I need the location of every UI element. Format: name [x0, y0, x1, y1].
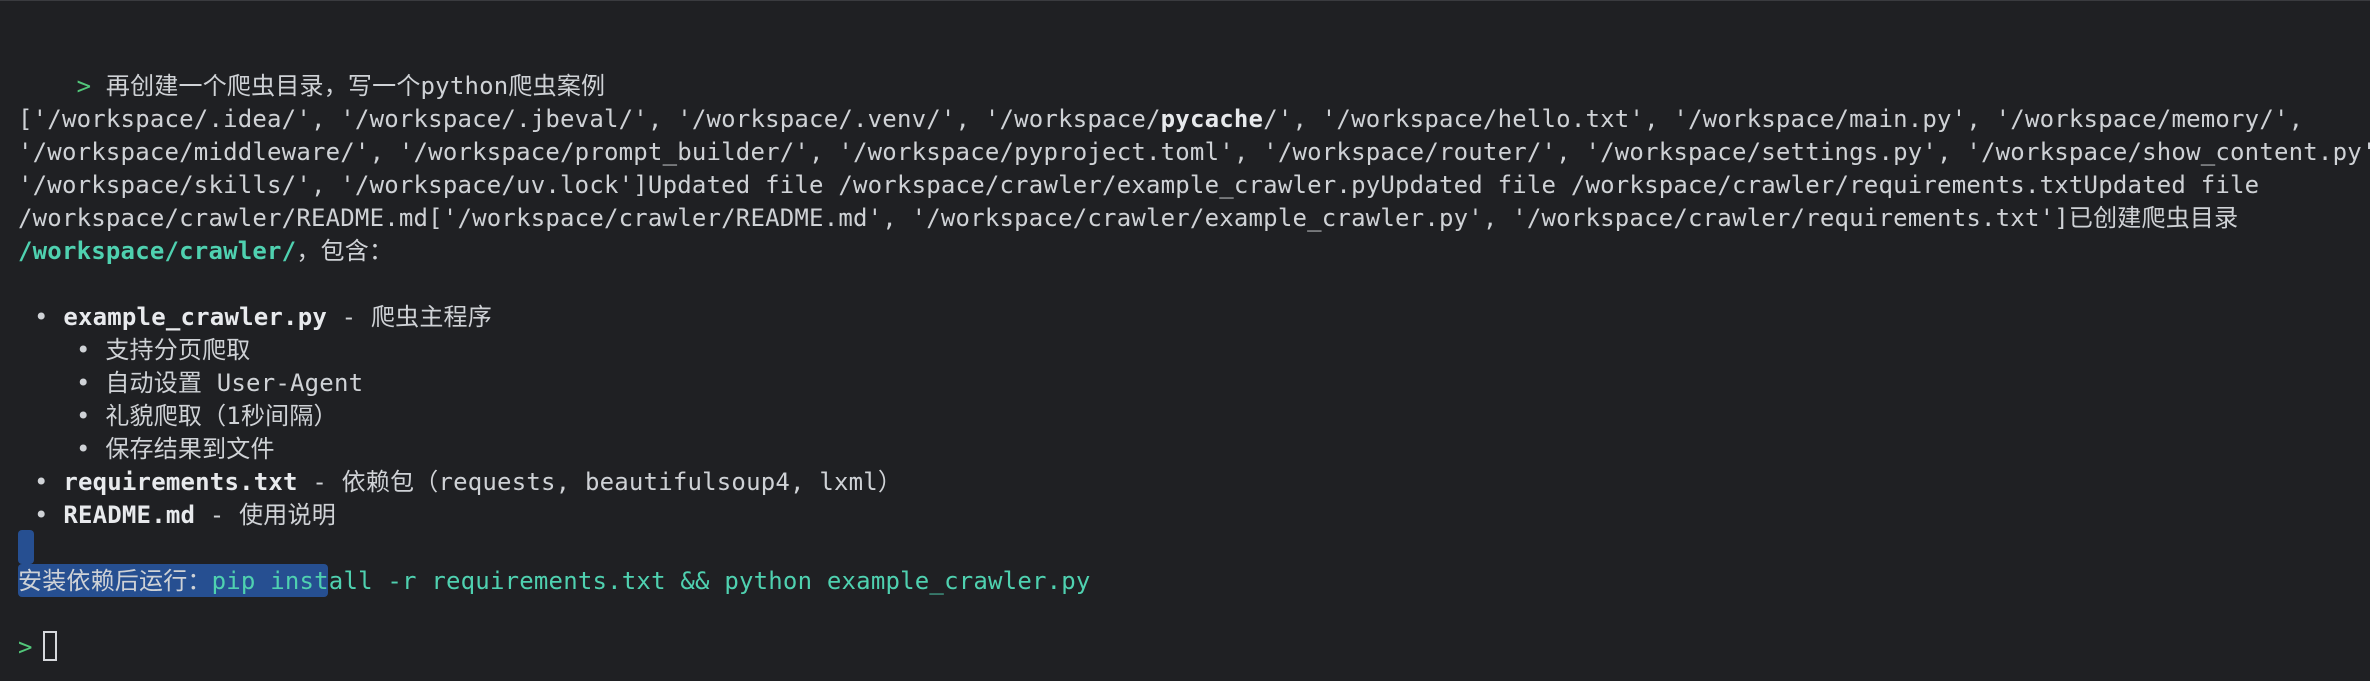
bullet-icon: • [76, 369, 91, 397]
output-text: ['/workspace/.idea/', '/workspace/.jbeva… [18, 105, 1161, 133]
feature-text: 支持分页爬取 [105, 336, 251, 364]
file-name: requirements.txt [63, 468, 298, 496]
bullet-icon: • [34, 501, 49, 529]
text-selection [18, 530, 34, 564]
install-instruction[interactable]: 安装依赖后运行：pip install -r requirements.txt … [18, 565, 1091, 598]
list-subitem: • 礼貌爬取（1秒间隔） [76, 400, 338, 433]
feature-text: 保存结果到文件 [105, 435, 275, 463]
crawler-path: /workspace/crawler/ [18, 237, 297, 265]
output-line: '/workspace/middleware/', '/workspace/pr… [18, 138, 2370, 166]
output-line: /workspace/crawler/，包含： [18, 235, 393, 268]
output-line: '/workspace/skills/', '/workspace/uv.loc… [18, 171, 2260, 199]
prompt-symbol: > [18, 633, 33, 661]
feature-text: 礼貌爬取（1秒间隔） [105, 402, 338, 430]
list-item: • example_crawler.py - 爬虫主程序 [34, 301, 492, 334]
list-subitem: • 支持分页爬取 [76, 334, 251, 367]
output-line: /workspace/crawler/README.md['/workspace… [18, 204, 2239, 232]
file-description: - 使用说明 [195, 501, 336, 529]
output-text: ，包含： [296, 237, 394, 265]
output-text: /', '/workspace/hello.txt', '/workspace/… [1263, 105, 2304, 133]
bullet-icon: • [34, 468, 49, 496]
file-description: - 爬虫主程序 [327, 303, 492, 331]
file-name: example_crawler.py [63, 303, 327, 331]
install-label: 安装依赖后运行： [18, 567, 212, 595]
bullet-icon: • [76, 402, 91, 430]
terminal-window[interactable]: > 再创建一个爬虫目录，写一个python爬虫案例 ['/workspace/.… [0, 0, 2370, 681]
feature-text: 自动设置 User-Agent [105, 369, 364, 397]
list-subitem: • 保存结果到文件 [76, 433, 275, 466]
block-cursor-icon[interactable] [42, 631, 57, 661]
list-item: • README.md - 使用说明 [34, 499, 336, 532]
file-description: - 依赖包（requests, beautifulsoup4, lxml） [297, 468, 903, 496]
input-prompt-line[interactable]: > [18, 631, 57, 664]
user-message: 再创建一个爬虫目录，写一个python爬虫案例 [105, 72, 606, 100]
bullet-icon: • [34, 303, 49, 331]
list-item: • requirements.txt - 依赖包（requests, beaut… [34, 466, 902, 499]
bullet-icon: • [76, 336, 91, 364]
install-command[interactable]: pip install -r requirements.txt && pytho… [212, 567, 1091, 595]
prompt-symbol: > [76, 72, 92, 100]
file-name: README.md [63, 501, 196, 529]
output-bold-text: pycache [1160, 105, 1264, 133]
bullet-icon: • [76, 435, 91, 463]
list-subitem: • 自动设置 User-Agent [76, 367, 363, 400]
output-line: ['/workspace/.idea/', '/workspace/.jbeva… [18, 103, 2303, 136]
